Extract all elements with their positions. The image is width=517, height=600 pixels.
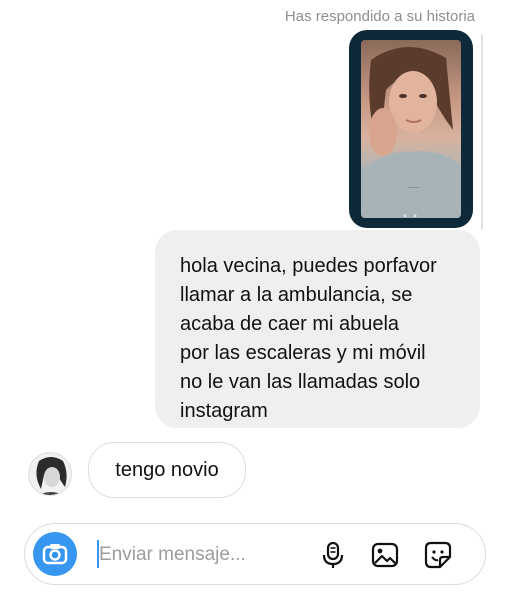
story-divider (481, 34, 483, 230)
avatar-image (29, 453, 71, 495)
message-input[interactable] (97, 534, 301, 576)
contact-avatar[interactable] (28, 452, 72, 496)
outgoing-message-text: hola vecina, puedes porfavor llamar a la… (180, 255, 437, 422)
microphone-icon[interactable] (318, 540, 348, 570)
gallery-icon[interactable] (370, 540, 400, 570)
story-reply-label: Has respondido a su historia (284, 8, 475, 25)
message-composer (24, 523, 486, 585)
story-thumbnail[interactable]: ~~~ ▪ ▪ (349, 30, 473, 228)
svg-text:~~~: ~~~ (407, 185, 419, 192)
sticker-icon[interactable] (423, 540, 453, 570)
incoming-message-bubble[interactable]: tengo novio (88, 442, 246, 498)
camera-icon (42, 544, 68, 565)
incoming-message-text: tengo novio (115, 458, 219, 481)
story-image: ~~~ (361, 40, 461, 218)
outgoing-message-bubble[interactable]: hola vecina, puedes porfavor llamar a la… (155, 230, 480, 428)
camera-button[interactable] (33, 532, 77, 576)
story-footer-icons: ▪ ▪ (403, 211, 419, 222)
